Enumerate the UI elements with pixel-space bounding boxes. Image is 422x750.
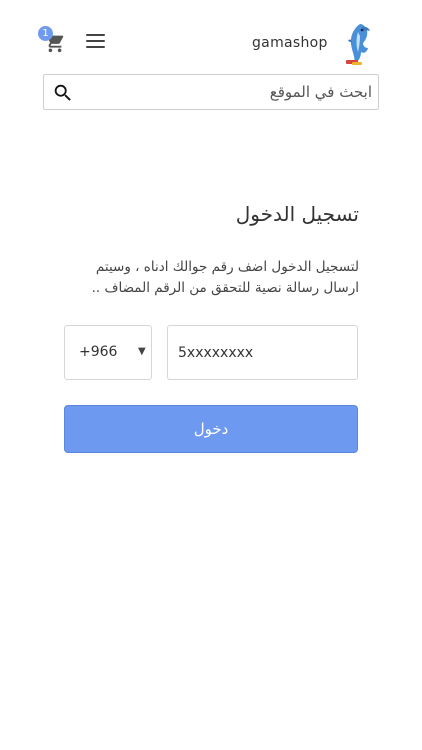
search-icon[interactable] (52, 82, 74, 104)
menu-line (86, 34, 105, 36)
phone-input[interactable] (178, 338, 348, 368)
menu-button[interactable] (86, 34, 106, 50)
country-code-value: +966 (79, 344, 118, 360)
dolphin-logo[interactable] (340, 22, 374, 66)
login-page: 1 gamashop تسجيل الدخول لتسجيل ا (0, 0, 422, 750)
search-input[interactable] (84, 77, 372, 107)
page-title: تسجيل الدخول (235, 202, 359, 226)
cart-count-badge: 1 (38, 26, 53, 41)
country-code-select[interactable]: +966 ▼ (64, 325, 152, 380)
search-bar (43, 74, 379, 110)
header: 1 gamashop (0, 0, 422, 70)
login-button[interactable]: دخول (64, 405, 358, 453)
caret-down-icon: ▼ (138, 346, 146, 357)
login-description: لتسجيل الدخول اضف رقم جوالك ادناه ، وسيت… (91, 259, 359, 296)
phone-field (167, 325, 358, 380)
brand-name[interactable]: gamashop (252, 35, 328, 51)
menu-line (86, 40, 105, 42)
menu-line (86, 46, 105, 48)
cart-button[interactable]: 1 (38, 26, 68, 54)
